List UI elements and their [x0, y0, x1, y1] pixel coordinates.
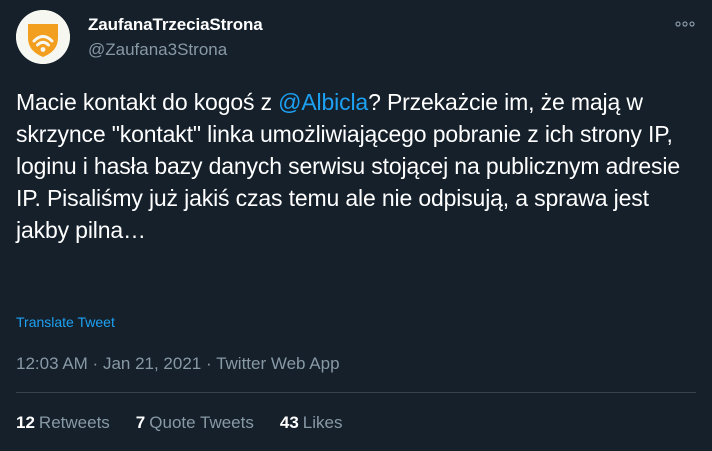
tweet-stats: 12 Retweets 7 Quote Tweets 43 Likes: [16, 413, 342, 433]
tweet-date[interactable]: Jan 21, 2021: [103, 354, 201, 373]
tweet-meta: 12:03 AM · Jan 21, 2021 · Twitter Web Ap…: [16, 354, 340, 374]
tweet-card: ZaufanaTrzeciaStrona @Zaufana3Strona Mac…: [0, 0, 712, 451]
meta-separator: ·: [201, 354, 217, 373]
tweet-time[interactable]: 12:03 AM: [16, 354, 88, 373]
quote-tweets-label: Quote Tweets: [149, 413, 254, 432]
likes-label: Likes: [302, 413, 343, 432]
meta-separator: ·: [87, 354, 103, 373]
likes-count: 43: [279, 413, 299, 432]
quote-tweets-count: 7: [135, 413, 146, 432]
tweet-source[interactable]: Twitter Web App: [216, 354, 339, 373]
author-handle[interactable]: @Zaufana3Strona: [88, 40, 227, 60]
tweet-text: Macie kontakt do kogoś z @Albicla? Przek…: [16, 86, 696, 246]
mention-link[interactable]: @Albicla: [278, 89, 368, 115]
retweets-stat[interactable]: 12 Retweets: [16, 413, 110, 433]
translate-tweet-link[interactable]: Translate Tweet: [16, 314, 115, 330]
tweet-text-before: Macie kontakt do kogoś z: [16, 89, 279, 115]
more-options-button[interactable]: [672, 14, 698, 34]
quote-tweets-stat[interactable]: 7 Quote Tweets: [136, 413, 254, 433]
shield-wifi-logo-icon: [16, 10, 70, 64]
avatar[interactable]: [16, 10, 70, 64]
retweets-count: 12: [16, 413, 35, 432]
more-dots-icon: [675, 21, 695, 27]
likes-stat[interactable]: 43 Likes: [280, 413, 343, 433]
author-display-name[interactable]: ZaufanaTrzeciaStrona: [88, 15, 263, 35]
retweets-label: Retweets: [38, 413, 110, 432]
divider: [16, 392, 696, 393]
